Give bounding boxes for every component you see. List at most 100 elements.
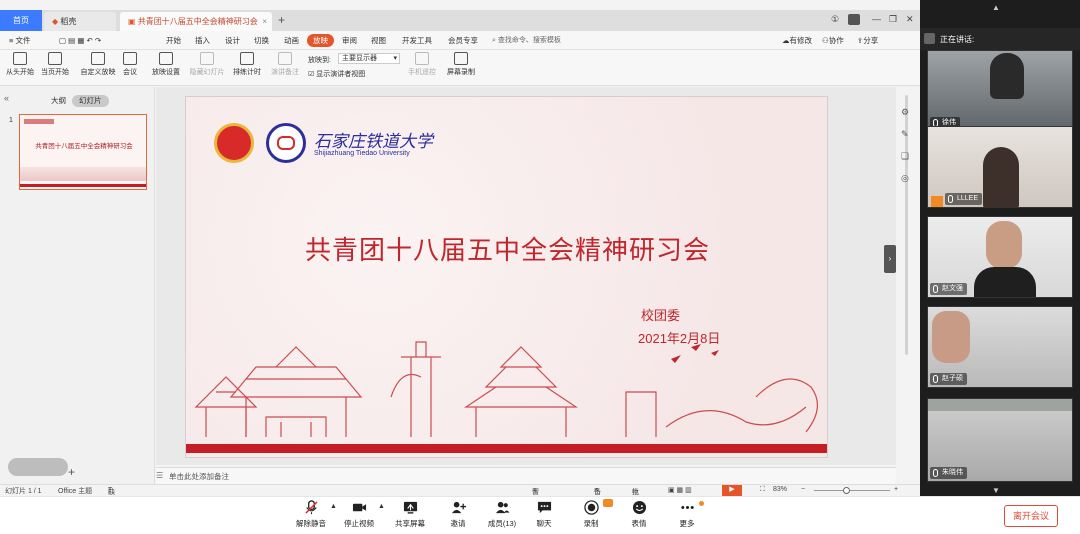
- show-settings-button[interactable]: 放映设置: [150, 52, 182, 77]
- meeting-icon: [123, 52, 137, 65]
- menu-start[interactable]: 开始: [163, 34, 184, 47]
- window-count-icon[interactable]: ①: [831, 14, 839, 25]
- invite-button[interactable]: 邀请: [436, 500, 480, 529]
- menu-review[interactable]: 审阅: [339, 34, 360, 47]
- command-search[interactable]: ⌕ 查找命令、搜索模板: [492, 34, 561, 47]
- stop-video-button[interactable]: 停止视频: [337, 500, 381, 529]
- help-icon[interactable]: ◎: [901, 173, 909, 184]
- zoom-slider[interactable]: [814, 490, 890, 491]
- video-tile-participant-4[interactable]: 赵子硕: [927, 306, 1073, 388]
- fit-window-icon[interactable]: ⛶: [760, 486, 765, 494]
- current-slide[interactable]: 石家庄铁道大学 Shijiazhuang Tiedao University 共…: [185, 96, 828, 458]
- menu-animation[interactable]: 动画: [281, 34, 302, 47]
- tab-current-document[interactable]: ▣ 共青团十八届五中全会精神研习会 ×: [120, 12, 272, 31]
- pin-icon[interactable]: ✎: [901, 129, 909, 140]
- tab-home[interactable]: 首页: [0, 10, 42, 31]
- tab-outline[interactable]: 大纲: [44, 95, 73, 107]
- panel-toggle-chevron-icon[interactable]: ›: [884, 245, 896, 273]
- university-name-en: Shijiazhuang Tiedao University: [314, 150, 410, 157]
- chat-button[interactable]: 聊天: [522, 500, 566, 529]
- university-name-cn: 石家庄铁道大学: [314, 132, 433, 152]
- audio-options-chevron-icon[interactable]: ▲: [330, 503, 337, 510]
- record-badge: [603, 499, 613, 507]
- collapse-panel-icon[interactable]: «: [4, 93, 9, 103]
- notes-bar[interactable]: ☰ 单击此处添加备注: [156, 467, 896, 484]
- participant-name-tag: 赵文强: [930, 283, 967, 295]
- video-tile-participant-2[interactable]: LLLEE: [927, 126, 1073, 208]
- unmute-button[interactable]: 解除静音: [289, 500, 333, 529]
- hide-slide-button[interactable]: 隐藏幻灯片: [188, 52, 226, 77]
- unsaved-status[interactable]: ☁有修改: [779, 34, 815, 47]
- collab-button[interactable]: ⚇协作: [819, 34, 847, 47]
- from-start-button[interactable]: 从头开始: [5, 52, 35, 77]
- tab-daoke[interactable]: ◆ 稻壳: [44, 12, 116, 31]
- properties-icon[interactable]: ⚙: [901, 107, 909, 118]
- share-screen-button[interactable]: 共享屏幕: [388, 500, 432, 529]
- video-tile-participant-5[interactable]: 朱晓伟: [927, 398, 1073, 482]
- mic-icon: [933, 375, 938, 383]
- slide-thumbnail[interactable]: 共青团十八届五中全会精神研习会: [19, 114, 147, 190]
- slide-thumbnail-panel: « 大纲 幻灯片 1 共青团十八届五中全会精神研习会 +: [0, 87, 155, 484]
- video-tile-participant-1[interactable]: 徐伟: [927, 50, 1073, 132]
- monitor-select[interactable]: 主要显示器 ▾: [338, 53, 400, 64]
- custom-show-button[interactable]: 自定义放映: [79, 52, 117, 77]
- minimize-icon[interactable]: —: [872, 14, 881, 24]
- add-slide-icon[interactable]: +: [68, 465, 75, 479]
- play-slideshow-icon[interactable]: ▶: [722, 485, 742, 496]
- view-mode-icons[interactable]: ▣ ▦ ▥: [668, 486, 692, 494]
- share-button[interactable]: ⇪分享: [854, 34, 881, 47]
- meeting-button[interactable]: 会议: [120, 52, 140, 77]
- scroll-down-icon[interactable]: ▼: [992, 486, 1000, 495]
- save-icon[interactable]: ▢ ▤ ▦ ↶ ↷: [56, 34, 104, 47]
- restore-icon[interactable]: ❐: [889, 14, 897, 25]
- menu-devtools[interactable]: 开发工具: [399, 34, 435, 47]
- video-options-chevron-icon[interactable]: ▲: [378, 503, 385, 510]
- from-current-button[interactable]: 当页开始: [40, 52, 70, 77]
- theme-name[interactable]: Office 主题: [58, 486, 92, 496]
- mic-icon: [933, 469, 938, 477]
- floating-tool-pill[interactable]: [8, 458, 68, 476]
- members-button[interactable]: 成员(13): [480, 500, 524, 529]
- phone-remote-button[interactable]: 手机遥控: [406, 52, 438, 77]
- close-tab-icon[interactable]: ×: [262, 12, 267, 31]
- narrate-button[interactable]: 演讲备注: [269, 52, 301, 77]
- speaking-label: 正在讲话:: [940, 35, 975, 44]
- zoom-in-icon[interactable]: +: [894, 486, 898, 493]
- participant-name: 赵文强: [942, 285, 963, 292]
- add-person-icon: [451, 501, 466, 514]
- user-avatar[interactable]: [848, 14, 860, 25]
- close-window-icon[interactable]: ✕: [906, 14, 914, 25]
- reactions-button[interactable]: 表情: [617, 500, 661, 529]
- file-menu[interactable]: ≡ 文件: [6, 34, 33, 47]
- scroll-up-icon[interactable]: ▲: [992, 3, 1000, 12]
- reactions-label: 表情: [631, 519, 647, 528]
- tab-slides[interactable]: 幻灯片: [72, 95, 109, 107]
- share-screen-icon: [403, 501, 417, 514]
- zoom-slider-handle[interactable]: [843, 487, 850, 494]
- tab-daoke-label: 稻壳: [60, 17, 77, 26]
- menu-view[interactable]: 视图: [368, 34, 389, 47]
- presenter-view-checkbox[interactable]: ☑ 显示演讲者视图: [308, 69, 365, 79]
- zoom-out-icon[interactable]: −: [801, 486, 805, 493]
- mic-icon: [933, 285, 938, 293]
- meeting-toolbar: 解除静音 ▲ 停止视频 ▲ 共享屏幕 邀请 成员(13) 聊天 录制 表情 更多…: [0, 496, 1080, 534]
- logo-mark: [277, 136, 295, 150]
- rehearse-label: 排练计时: [233, 69, 261, 76]
- new-tab-button[interactable]: +: [278, 13, 285, 27]
- play-from-start-icon: [13, 52, 27, 65]
- menu-insert[interactable]: 插入: [192, 34, 213, 47]
- leave-meeting-button[interactable]: 离开会议: [1004, 505, 1058, 527]
- participant-face: [932, 311, 970, 363]
- menu-transition[interactable]: 切换: [251, 34, 272, 47]
- copy-icon[interactable]: ❏: [901, 151, 909, 162]
- rehearse-button[interactable]: 排练计时: [230, 52, 264, 77]
- menu-design[interactable]: 设计: [222, 34, 243, 47]
- participant-name-tag: 赵子硕: [930, 373, 967, 385]
- menu-slideshow[interactable]: 放映: [307, 34, 334, 47]
- screen-record-button[interactable]: 屏幕录制: [445, 52, 477, 77]
- speaker-avatar: [924, 33, 935, 44]
- video-tile-participant-3[interactable]: 赵文强: [927, 216, 1073, 298]
- menu-vip[interactable]: 会员专享: [445, 34, 481, 47]
- thumb-logo: [24, 119, 54, 124]
- participant-face: [986, 221, 1022, 269]
